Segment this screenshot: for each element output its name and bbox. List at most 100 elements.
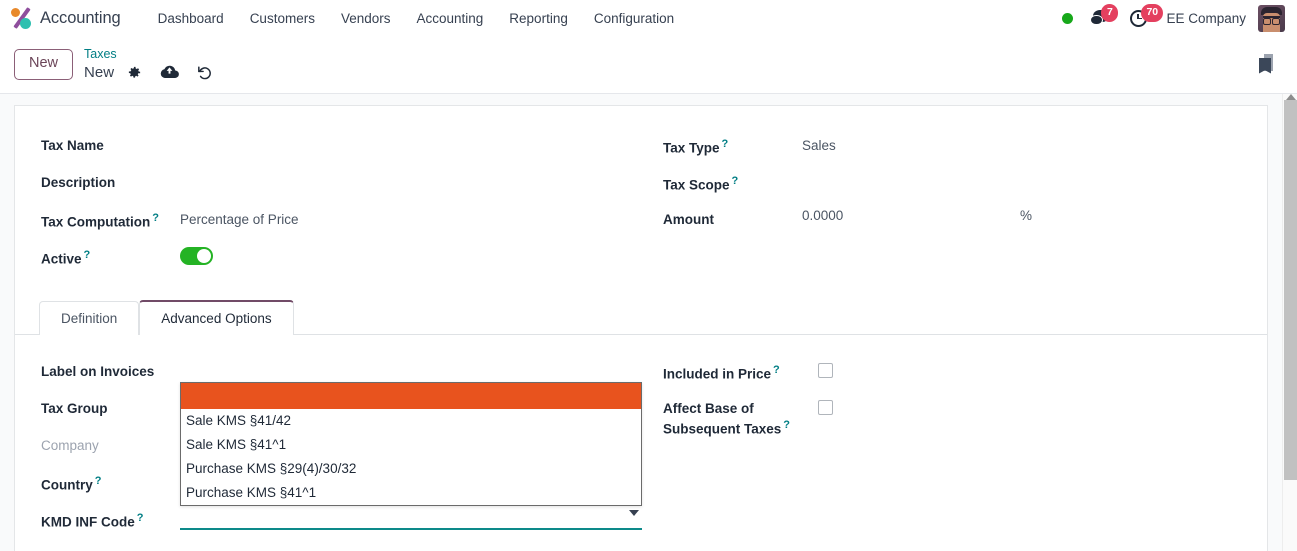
active-label-text: Active [41, 251, 82, 267]
country-label-text: Country [41, 477, 93, 493]
help-tooltip-icon[interactable]: ? [95, 475, 102, 487]
tax-computation-value[interactable]: Percentage of Price [180, 208, 663, 229]
affect-base-label-text: Affect Base of Subsequent Taxes [663, 401, 782, 437]
tab-definition[interactable]: Definition [39, 301, 140, 335]
form-header-fields: Tax Name Description Tax Computation? Pe… [15, 106, 1267, 281]
dropdown-option-purchase-kms-41-1[interactable]: Purchase KMS §41^1 [181, 481, 641, 505]
app-name[interactable]: Accounting [40, 9, 121, 28]
new-record-button[interactable]: New [14, 49, 74, 80]
dropdown-option-sale-kms-41-1[interactable]: Sale KMS §41^1 [181, 433, 641, 457]
tax-name-label: Tax Name [41, 138, 104, 153]
advanced-right-column: Included in Price? Affect Base of Subseq… [663, 359, 1241, 544]
tax-name-input[interactable] [180, 134, 663, 152]
tax-type-label: Tax Type? [663, 134, 802, 158]
amount-label: Amount [663, 212, 714, 227]
online-status-dot [1062, 12, 1074, 24]
menu-item-customers[interactable]: Customers [237, 5, 328, 32]
scrollbar-thumb[interactable] [1284, 100, 1297, 480]
help-tooltip-icon[interactable]: ? [732, 175, 739, 187]
field-tax-scope[interactable]: Tax Scope? [663, 170, 1241, 207]
kmd-inf-code-label: KMD INF Code? [41, 508, 180, 532]
field-description[interactable]: Description [41, 170, 663, 207]
dropdown-option-sale-kms-41-42[interactable]: Sale KMS §41/42 [181, 409, 641, 433]
active-toggle[interactable] [180, 247, 213, 265]
label-on-invoices-label: Label on Invoices [41, 364, 155, 379]
tax-computation-label: Tax Computation? [41, 208, 180, 232]
kmd-inf-code-label-text: KMD INF Code [41, 514, 135, 530]
tax-group-dropdown-list[interactable]: Sale KMS §41/42 Sale KMS §41^1 Purchase … [180, 382, 642, 506]
tab-advanced-options[interactable]: Advanced Options [139, 300, 294, 335]
record-form-sheet: Tax Name Description Tax Computation? Pe… [14, 105, 1268, 551]
menu-item-reporting[interactable]: Reporting [496, 5, 581, 32]
affect-base-checkbox[interactable] [818, 400, 833, 415]
field-kmd-inf-code[interactable]: KMD INF Code? [41, 507, 663, 544]
main-menu: Dashboard Customers Vendors Accounting R… [145, 5, 688, 32]
help-tooltip-icon[interactable]: ? [84, 249, 91, 261]
form-left-column: Tax Name Description Tax Computation? Pe… [41, 133, 663, 281]
chevron-down-icon [629, 510, 639, 516]
breadcrumb-parent-taxes[interactable]: Taxes [84, 47, 215, 61]
odoo-logo-icon[interactable] [11, 7, 33, 29]
form-scroll-area: Tax Name Description Tax Computation? Pe… [0, 94, 1297, 551]
kmd-inf-code-select[interactable] [180, 508, 642, 530]
field-included-in-price[interactable]: Included in Price? [663, 359, 1241, 396]
menu-item-accounting[interactable]: Accounting [404, 5, 497, 32]
amount-unit-label: % [1020, 208, 1033, 223]
advanced-options-panel: Label on Invoices Tax Group Sale KMS §41… [15, 335, 1267, 551]
vertical-scrollbar[interactable] [1282, 94, 1297, 551]
tax-group-label: Tax Group [41, 401, 108, 416]
menu-item-configuration[interactable]: Configuration [581, 5, 687, 32]
included-in-price-label-text: Included in Price [663, 366, 772, 382]
affect-base-label: Affect Base of Subsequent Taxes? [663, 397, 818, 439]
amount-input[interactable]: 0.0000 [802, 208, 1020, 223]
field-tax-type[interactable]: Tax Type? Sales [663, 133, 1241, 170]
company-label: Company [41, 438, 99, 453]
tax-type-label-text: Tax Type [663, 140, 720, 156]
country-label: Country? [41, 471, 180, 495]
help-tooltip-icon[interactable]: ? [773, 364, 780, 376]
help-tooltip-icon[interactable]: ? [137, 512, 144, 524]
discard-undo-icon[interactable] [193, 62, 215, 82]
description-input[interactable] [180, 171, 663, 189]
tax-computation-label-text: Tax Computation [41, 214, 151, 230]
advanced-left-column: Label on Invoices Tax Group Sale KMS §41… [41, 359, 663, 544]
help-tooltip-icon[interactable]: ? [152, 212, 159, 224]
activities-count-badge: 70 [1141, 3, 1164, 22]
label-on-invoices-input[interactable] [180, 360, 663, 378]
active-label: Active? [41, 245, 180, 269]
field-active[interactable]: Active? [41, 244, 663, 281]
gear-icon[interactable] [123, 62, 145, 82]
messages-count-badge: 7 [1101, 3, 1119, 22]
menu-item-vendors[interactable]: Vendors [328, 5, 404, 32]
help-tooltip-icon[interactable]: ? [783, 419, 790, 431]
activities-button[interactable]: 70 [1130, 3, 1164, 27]
breadcrumb: Taxes New [84, 47, 215, 82]
menu-item-dashboard[interactable]: Dashboard [145, 5, 237, 32]
notebook-tabs: Definition Advanced Options [15, 299, 1267, 335]
included-in-price-checkbox[interactable] [818, 363, 833, 378]
included-in-price-label: Included in Price? [663, 360, 818, 384]
field-tax-group[interactable]: Tax Group Sale KMS §41/42 Sale KMS §41^1… [41, 382, 663, 506]
company-switcher[interactable]: EE Company [1166, 11, 1246, 26]
navbar-right-tools: 7 70 EE Company [1062, 0, 1297, 36]
field-tax-computation[interactable]: Tax Computation? Percentage of Price [41, 207, 663, 244]
control-panel: New Taxes New [0, 36, 1297, 94]
tax-scope-label: Tax Scope? [663, 171, 802, 195]
top-navbar: Accounting Dashboard Customers Vendors A… [0, 0, 1297, 36]
description-label: Description [41, 175, 116, 190]
field-tax-name[interactable]: Tax Name [41, 133, 663, 170]
dropdown-option-empty[interactable] [181, 383, 641, 409]
field-amount[interactable]: Amount 0.0000 % [663, 207, 1241, 244]
form-right-column: Tax Type? Sales Tax Scope? Amount 0.0000… [663, 133, 1241, 281]
save-cloud-icon[interactable] [158, 62, 180, 82]
tax-type-value[interactable]: Sales [802, 134, 1241, 155]
dropdown-option-purchase-kms-29-30-32[interactable]: Purchase KMS §29(4)/30/32 [181, 457, 641, 481]
user-avatar[interactable] [1258, 4, 1285, 32]
bookmark-icon[interactable] [1255, 52, 1281, 78]
breadcrumb-current-record: New [84, 63, 115, 81]
help-tooltip-icon[interactable]: ? [722, 138, 729, 150]
field-affect-base[interactable]: Affect Base of Subsequent Taxes? [663, 396, 1241, 439]
tax-scope-value[interactable] [802, 171, 1241, 189]
tax-scope-label-text: Tax Scope [663, 177, 730, 193]
messages-button[interactable]: 7 [1090, 3, 1119, 27]
